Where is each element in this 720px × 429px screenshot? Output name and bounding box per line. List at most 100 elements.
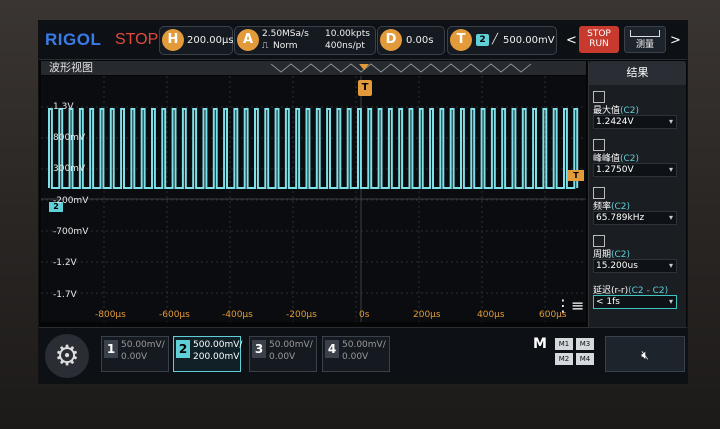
acquire-control[interactable]: A 2.50MSa/s ⎍ Norm 10.00kpts 400ns/pt [234, 26, 376, 55]
x-axis-label: 200μs [413, 310, 441, 320]
stop-run-label-stop: STOP [587, 29, 611, 39]
acquire-mode: Norm [273, 41, 298, 51]
channel-4-scale: 50.00mV/ [342, 340, 386, 350]
rigol-logo: RIGOL [45, 30, 102, 49]
x-axis-label: -200μs [286, 310, 317, 320]
channel-4-offset: 0.00V [342, 352, 369, 362]
x-axis-label: 0s [359, 310, 370, 320]
result-value: 1.2750V [596, 165, 634, 175]
result-value: 15.200us [596, 261, 638, 271]
y-axis-label: 1.3V [53, 102, 74, 112]
chevron-down-icon: ▾ [668, 117, 673, 126]
trigger-source-badge: 2 [476, 34, 489, 46]
chevron-down-icon: ▾ [668, 213, 673, 222]
x-axis-label: -800μs [95, 310, 126, 320]
bottom-channel-bar: ⚙ 1 50.00mV/ 0.00V 2 500.00mV/ 200.00mV … [39, 327, 687, 383]
channel-1-number: 1 [104, 340, 118, 358]
results-panel: 结果 最大值(C2) 1.2424V ▾ 峰峰值(C2) 1.2750V ▾ 频率(… [588, 61, 686, 327]
sample-rate: 2.50MSa/s [262, 29, 309, 39]
result-value-box[interactable]: 1.2750V ▾ [593, 163, 677, 177]
channel-3-offset: 0.00V [269, 352, 296, 362]
result-item-vpp[interactable]: 峰峰值(C2) 1.2750V ▾ [593, 139, 682, 179]
top-status-bar: RIGOL STOP H 200.00μs/ A 2.50MSa/s ⎍ Nor… [39, 21, 687, 60]
oscilloscope-screen: RIGOL STOP H 200.00μs/ A 2.50MSa/s ⎍ Nor… [38, 20, 688, 384]
arrow-right-icon[interactable]: > [670, 33, 681, 48]
x-axis-label: -600μs [159, 310, 190, 320]
horizontal-icon: H [162, 29, 184, 51]
result-item-max[interactable]: 最大值(C2) 1.2424V ▾ [593, 91, 682, 131]
result-value-box[interactable]: 15.200us ▾ [593, 259, 677, 273]
speaker-mute-icon: 🔇︎ [641, 348, 649, 362]
delay-icon: D [380, 29, 402, 51]
trigger-position-marker[interactable]: T [358, 80, 372, 96]
x-axis-label: 400μs [477, 310, 505, 320]
delay-control[interactable]: D 0.00s [377, 26, 445, 55]
measurement-icon [593, 139, 605, 151]
result-value-box[interactable]: 65.789kHz ▾ [593, 211, 677, 225]
arrow-left-icon[interactable]: < [566, 33, 577, 48]
result-item-delay[interactable]: 延迟(r-r)(C2 - C2) < 1fs ▾ [593, 283, 682, 323]
math-channel-group[interactable]: M M1 M3 M2 M4 [533, 336, 601, 372]
channel-2-waveform-trace [48, 108, 579, 189]
math-m2-button[interactable]: M2 [555, 353, 573, 365]
y-axis-label: -700mV [53, 227, 89, 237]
y-axis-label: 800mV [53, 133, 86, 143]
channel-1-scale: 50.00mV/ [121, 340, 165, 350]
result-item-frequency[interactable]: 频率(C2) 65.789kHz ▾ [593, 187, 682, 227]
channel-1-offset: 0.00V [121, 352, 148, 362]
ruler-icon [630, 30, 660, 37]
stop-run-label-run: RUN [589, 39, 609, 49]
y-axis-label: -1.7V [53, 290, 77, 300]
measurement-icon [593, 91, 605, 103]
channel-3-number: 3 [252, 340, 266, 358]
y-axis-label: -1.2V [53, 258, 77, 268]
math-m4-button[interactable]: M4 [576, 353, 594, 365]
channel-2-scale: 500.00mV/ [193, 340, 243, 350]
stop-run-button[interactable]: STOP RUN [579, 26, 619, 53]
result-value: 65.789kHz [596, 213, 645, 223]
waveform-view-header: 波形视图 [41, 61, 586, 75]
channel-4-number: 4 [325, 340, 339, 358]
channel-2-control[interactable]: 2 500.00mV/ 200.00mV [173, 336, 243, 372]
trigger-slope-icon: ╱ [492, 34, 499, 45]
math-label: M [533, 336, 547, 352]
memory-depth: 10.00kpts [325, 29, 370, 39]
channel-1-control[interactable]: 1 50.00mV/ 0.00V [101, 336, 169, 372]
trigger-level-marker[interactable]: T [568, 170, 584, 181]
math-m3-button[interactable]: M3 [576, 338, 594, 350]
acquire-mode-icon: ⎍ [262, 41, 269, 51]
results-title: 结果 [589, 61, 686, 85]
channel-3-control[interactable]: 3 50.00mV/ 0.00V [249, 336, 317, 372]
waveform-plot-area[interactable]: T T 2 1.3V 800mV 300mV -200mV -700mV -1.… [41, 76, 586, 322]
gear-icon[interactable]: ⚙ [45, 334, 89, 378]
delay-value: 0.00s [406, 35, 434, 46]
time-per-point: 400ns/pt [325, 41, 365, 51]
measurement-icon [593, 187, 605, 199]
result-value: 1.2424V [596, 117, 634, 127]
chevron-down-icon: ▾ [668, 261, 673, 270]
chevron-down-icon: ▾ [668, 297, 673, 306]
measure-label: 测量 [635, 40, 654, 50]
result-value-box[interactable]: 1.2424V ▾ [593, 115, 677, 129]
result-value: < 1fs [596, 297, 620, 307]
channel-4-control[interactable]: 4 50.00mV/ 0.00V [322, 336, 390, 372]
channel-2-number: 2 [176, 340, 190, 358]
math-m1-button[interactable]: M1 [555, 338, 573, 350]
y-axis-label: -200mV [53, 196, 89, 206]
horizontal-timebase-control[interactable]: H 200.00μs/ [159, 26, 237, 55]
chevron-down-icon: ▾ [668, 165, 673, 174]
trigger-control[interactable]: T 2 ╱ 500.00mV [447, 26, 557, 55]
menu-collapse-icon[interactable]: ⋮≡ [555, 296, 584, 315]
trigger-icon: T [450, 29, 472, 51]
y-axis-label: 300mV [53, 164, 86, 174]
mute-speaker-button[interactable]: 🔇︎ [605, 336, 685, 372]
channel-3-scale: 50.00mV/ [269, 340, 313, 350]
result-item-period[interactable]: 周期(C2) 15.200us ▾ [593, 235, 682, 275]
channel-2-offset: 200.00mV [193, 352, 240, 362]
memory-position-bar[interactable] [41, 61, 586, 75]
result-value-box[interactable]: < 1fs ▾ [593, 295, 677, 309]
acquire-icon: A [237, 29, 259, 51]
trigger-level: 500.00mV [503, 35, 555, 46]
measurement-icon [593, 235, 605, 247]
measure-button[interactable]: 测量 [624, 26, 666, 53]
